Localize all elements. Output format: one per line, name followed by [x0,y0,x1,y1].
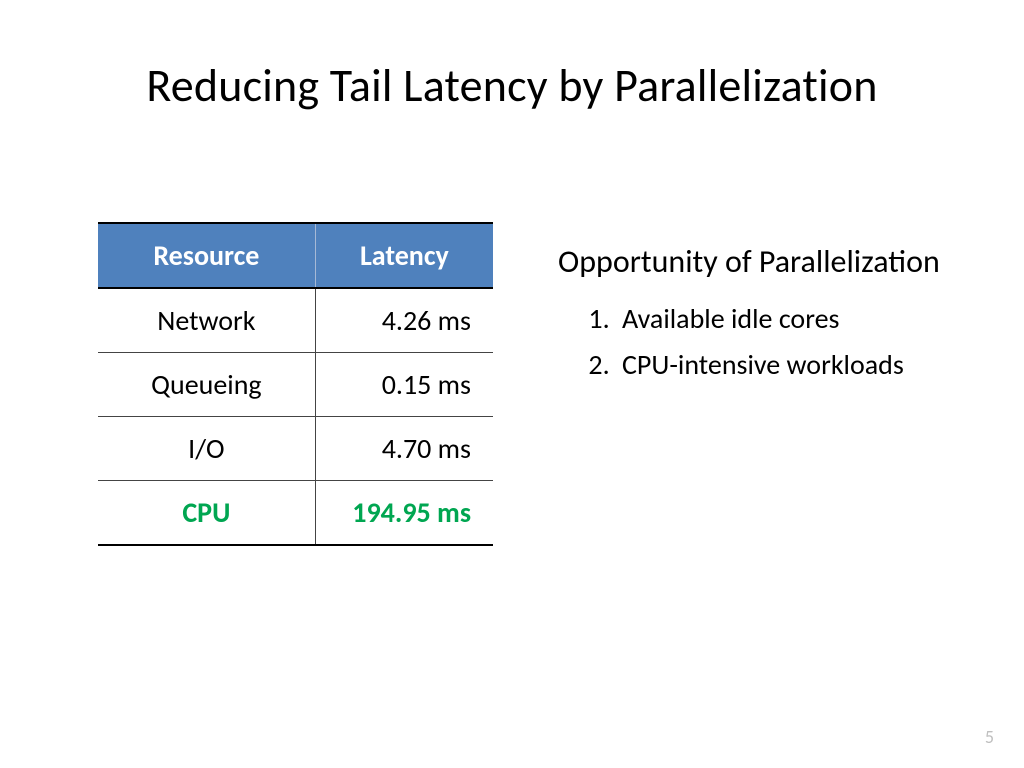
opportunity-list: Available idle cores CPU-intensive workl… [616,300,948,384]
cell-resource: Queueing [98,353,315,417]
latency-table: Resource Latency Network 4.26 ms Queuein… [98,222,493,546]
cell-latency: 4.70 ms [315,417,493,481]
slide-title: Reducing Tail Latency by Parallelization [0,58,1024,114]
cell-resource: I/O [98,417,315,481]
col-header-latency: Latency [315,223,493,288]
cell-resource: Network [98,288,315,353]
table-row: I/O 4.70 ms [98,417,493,481]
col-header-resource: Resource [98,223,315,288]
page-number: 5 [985,726,994,748]
list-item: Available idle cores [616,300,948,338]
cell-latency: 0.15 ms [315,353,493,417]
table-row: Queueing 0.15 ms [98,353,493,417]
cell-latency: 4.26 ms [315,288,493,353]
table-row: CPU 194.95 ms [98,481,493,546]
table-header-row: Resource Latency [98,223,493,288]
cell-resource: CPU [98,481,315,546]
opportunity-block: Opportunity of Parallelization Available… [558,242,948,392]
opportunity-heading: Opportunity of Parallelization [558,242,948,282]
cell-latency: 194.95 ms [315,481,493,546]
slide: Reducing Tail Latency by Parallelization… [0,0,1024,768]
table-row: Network 4.26 ms [98,288,493,353]
list-item: CPU-intensive workloads [616,346,948,384]
